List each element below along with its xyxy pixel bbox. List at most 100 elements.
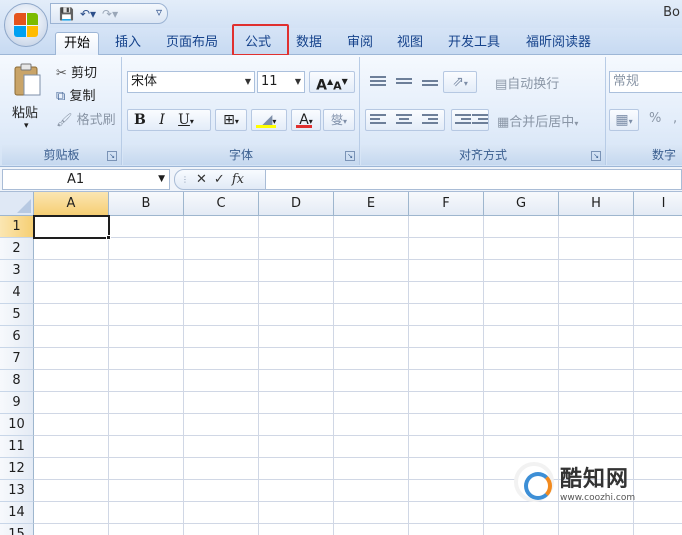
formula-input[interactable] bbox=[266, 169, 682, 190]
row-header-3[interactable]: 3 bbox=[0, 260, 34, 282]
align-left-icon[interactable] bbox=[370, 114, 386, 126]
grow-shrink-font-buttons[interactable]: A▲A▼ bbox=[309, 71, 355, 94]
tab-developer[interactable]: 开发工具 bbox=[440, 32, 508, 56]
shrink-font-icon[interactable]: A bbox=[333, 80, 342, 93]
format-painter-button[interactable]: 🖌 格式刷 bbox=[56, 109, 116, 128]
number-group-label: 数字 bbox=[607, 145, 682, 165]
row-gridline bbox=[34, 391, 682, 392]
increase-indent-icon[interactable] bbox=[472, 114, 488, 126]
tab-insert[interactable]: 插入 bbox=[107, 32, 149, 56]
paste-dropdown-icon[interactable]: ▾ bbox=[24, 121, 29, 131]
column-header-f[interactable]: F bbox=[409, 192, 484, 216]
row-header-1[interactable]: 1 bbox=[0, 216, 34, 238]
column-header-g[interactable]: G bbox=[484, 192, 559, 216]
percent-button[interactable]: % bbox=[649, 111, 661, 126]
cut-label: 剪切 bbox=[71, 66, 98, 81]
fill-color-button[interactable]: ◢▾ bbox=[251, 109, 287, 131]
column-header-d[interactable]: D bbox=[259, 192, 334, 216]
currency-button[interactable]: ▦▾ bbox=[609, 109, 639, 131]
row-header-10[interactable]: 10 bbox=[0, 414, 34, 436]
row-header-15[interactable]: 15 bbox=[0, 524, 34, 535]
font-name-combo[interactable]: 宋体 ▼ bbox=[127, 71, 255, 93]
undo-icon[interactable]: ↶▾ bbox=[80, 7, 96, 21]
row-header-8[interactable]: 8 bbox=[0, 370, 34, 392]
insert-function-icon[interactable]: fx bbox=[232, 172, 244, 187]
tab-view[interactable]: 视图 bbox=[389, 32, 431, 56]
customize-qat-icon[interactable]: ▿ bbox=[156, 5, 162, 19]
active-cell[interactable] bbox=[33, 215, 110, 239]
office-button[interactable] bbox=[4, 3, 48, 47]
clipboard-launcher-icon[interactable]: ↘ bbox=[107, 151, 117, 161]
align-bottom-button[interactable] bbox=[417, 71, 441, 93]
name-box[interactable]: A1 ▼ bbox=[2, 169, 170, 190]
redo-icon[interactable]: ↷▾ bbox=[102, 7, 118, 21]
decrease-indent-icon[interactable] bbox=[455, 114, 471, 126]
copy-button[interactable]: ⧉ 复制 bbox=[56, 85, 95, 104]
select-all-button[interactable] bbox=[0, 192, 34, 216]
cancel-entry-icon[interactable]: ✕ bbox=[196, 172, 207, 187]
font-launcher-icon[interactable]: ↘ bbox=[345, 151, 355, 161]
alignment-group: ⇗▾ ▤自动换行 ▦合并后居中▾ 对齐方式 ↘ bbox=[361, 57, 606, 165]
alignment-launcher-icon[interactable]: ↘ bbox=[591, 151, 601, 161]
orientation-button[interactable]: ⇗▾ bbox=[443, 71, 477, 93]
row-header-4[interactable]: 4 bbox=[0, 282, 34, 304]
fill-handle[interactable] bbox=[106, 235, 111, 240]
formula-buttons: ⋮ ✕ ✓ fx bbox=[174, 169, 266, 190]
tab-home[interactable]: 开始 bbox=[55, 32, 100, 56]
wrap-text-button[interactable]: ▤自动换行 bbox=[495, 73, 559, 92]
comma-button[interactable]: , bbox=[673, 111, 677, 126]
column-header-a[interactable]: A bbox=[34, 192, 109, 216]
underline-button[interactable]: U bbox=[178, 112, 190, 128]
font-size-combo[interactable]: 11 ▼ bbox=[257, 71, 305, 93]
column-gridline bbox=[408, 216, 409, 535]
row-header-6[interactable]: 6 bbox=[0, 326, 34, 348]
column-header-h[interactable]: H bbox=[559, 192, 634, 216]
confirm-entry-icon[interactable]: ✓ bbox=[214, 172, 225, 187]
row-header-2[interactable]: 2 bbox=[0, 238, 34, 260]
grow-font-icon[interactable]: A bbox=[316, 78, 327, 94]
chevron-down-icon: ▼ bbox=[294, 77, 301, 86]
align-right-icon[interactable] bbox=[422, 114, 438, 126]
alignment-group-label: 对齐方式 bbox=[361, 145, 605, 165]
column-header-b[interactable]: B bbox=[109, 192, 184, 216]
paste-label[interactable]: 粘贴 bbox=[12, 102, 38, 121]
tab-review[interactable]: 审阅 bbox=[339, 32, 381, 56]
row-header-14[interactable]: 14 bbox=[0, 502, 34, 524]
align-top-button[interactable] bbox=[365, 71, 389, 93]
column-header-i[interactable]: I bbox=[634, 192, 682, 216]
tab-data[interactable]: 数据 bbox=[288, 32, 330, 56]
italic-button[interactable]: I bbox=[159, 112, 165, 128]
merge-center-button[interactable]: ▦合并后居中▾ bbox=[497, 111, 578, 130]
align-middle-icon bbox=[396, 78, 412, 90]
bold-button[interactable]: B bbox=[134, 112, 146, 128]
row-gridline bbox=[34, 281, 682, 282]
number-group: 常规 ▦▾ % , 数字 bbox=[607, 57, 682, 165]
column-header-c[interactable]: C bbox=[184, 192, 259, 216]
tab-foxit-reader[interactable]: 福昕阅读器 bbox=[518, 32, 599, 56]
chevron-down-icon[interactable]: ▼ bbox=[158, 170, 165, 189]
formula-bar: A1 ▼ ⋮ ✕ ✓ fx bbox=[0, 167, 682, 192]
align-center-icon[interactable] bbox=[396, 114, 412, 126]
align-middle-button[interactable] bbox=[391, 71, 415, 93]
row-header-9[interactable]: 9 bbox=[0, 392, 34, 414]
coozhi-logo-icon bbox=[514, 462, 554, 502]
row-header-11[interactable]: 11 bbox=[0, 436, 34, 458]
cut-button[interactable]: ✂ 剪切 bbox=[56, 62, 97, 81]
paste-icon[interactable] bbox=[12, 63, 42, 97]
column-header-e[interactable]: E bbox=[334, 192, 409, 216]
phonetic-button[interactable]: 燮▾ bbox=[323, 109, 355, 131]
save-icon[interactable]: 💾 bbox=[59, 7, 74, 21]
indent-buttons bbox=[451, 109, 489, 131]
row-gridline bbox=[34, 523, 682, 524]
row-header-5[interactable]: 5 bbox=[0, 304, 34, 326]
borders-button[interactable]: ⊞▾ bbox=[215, 109, 247, 131]
underline-dropdown-icon[interactable]: ▾ bbox=[190, 117, 194, 126]
row-header-7[interactable]: 7 bbox=[0, 348, 34, 370]
tab-page-layout[interactable]: 页面布局 bbox=[158, 32, 226, 56]
font-color-button[interactable]: A▾ bbox=[291, 109, 321, 131]
clipboard-group-label: 剪贴板 bbox=[2, 145, 121, 165]
font-name-value: 宋体 bbox=[131, 74, 158, 89]
number-format-combo[interactable]: 常规 bbox=[609, 71, 682, 93]
row-header-12[interactable]: 12 bbox=[0, 458, 34, 480]
row-header-13[interactable]: 13 bbox=[0, 480, 34, 502]
